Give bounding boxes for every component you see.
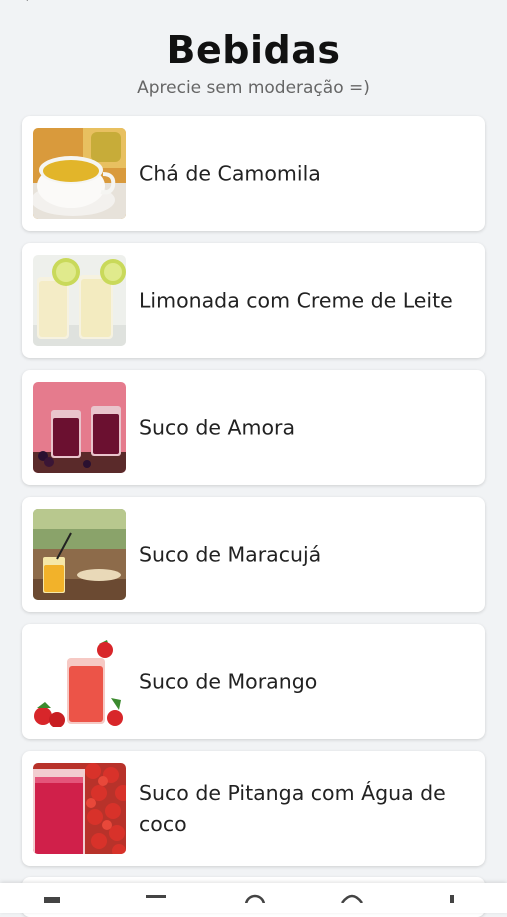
drink-label: Suco de Pitanga com Água de coco	[139, 780, 446, 836]
drink-label: Suco de Morango	[139, 669, 318, 693]
drink-card-cha-de-camomila[interactable]: Chá de Camomila	[22, 116, 485, 231]
page-subtitle: Aprecie sem moderação =)	[137, 78, 370, 98]
list-icon[interactable]	[144, 893, 168, 903]
drink-card-suco-de-amora[interactable]: Suco de Amora	[22, 370, 485, 485]
home-icon[interactable]	[40, 893, 64, 903]
drinks-list: Chá de Camomila Limonada com Creme de Le…	[22, 116, 485, 878]
drink-card-suco-de-pitanga[interactable]: Suco de Pitanga com Água de coco	[22, 751, 485, 866]
strawberry-juice-image	[33, 636, 126, 727]
back-arrow-icon[interactable]	[18, 0, 32, 2]
drink-label: Limonada com Creme de Leite	[139, 288, 453, 312]
drink-label: Suco de Maracujá	[139, 542, 322, 566]
drink-card-suco-de-maracuja[interactable]: Suco de Maracujá	[22, 497, 485, 612]
drink-card-limonada-com-creme-de-leite[interactable]: Limonada com Creme de Leite	[22, 243, 485, 358]
creamy-lemonade-image	[33, 255, 126, 346]
favorites-icon[interactable]	[340, 893, 364, 903]
passion-fruit-juice-image	[33, 509, 126, 600]
pitanga-juice-image	[33, 763, 126, 854]
page-title: Bebidas	[166, 28, 341, 72]
drink-label: Chá de Camomila	[139, 161, 321, 185]
drink-card-suco-de-morango[interactable]: Suco de Morango	[22, 624, 485, 739]
profile-icon[interactable]	[440, 893, 464, 903]
drink-label: Suco de Amora	[139, 415, 296, 439]
chamomile-tea-image	[33, 128, 126, 219]
search-icon[interactable]	[243, 893, 267, 903]
blackberry-juice-image	[33, 382, 126, 473]
bottom-navigation	[0, 883, 507, 913]
